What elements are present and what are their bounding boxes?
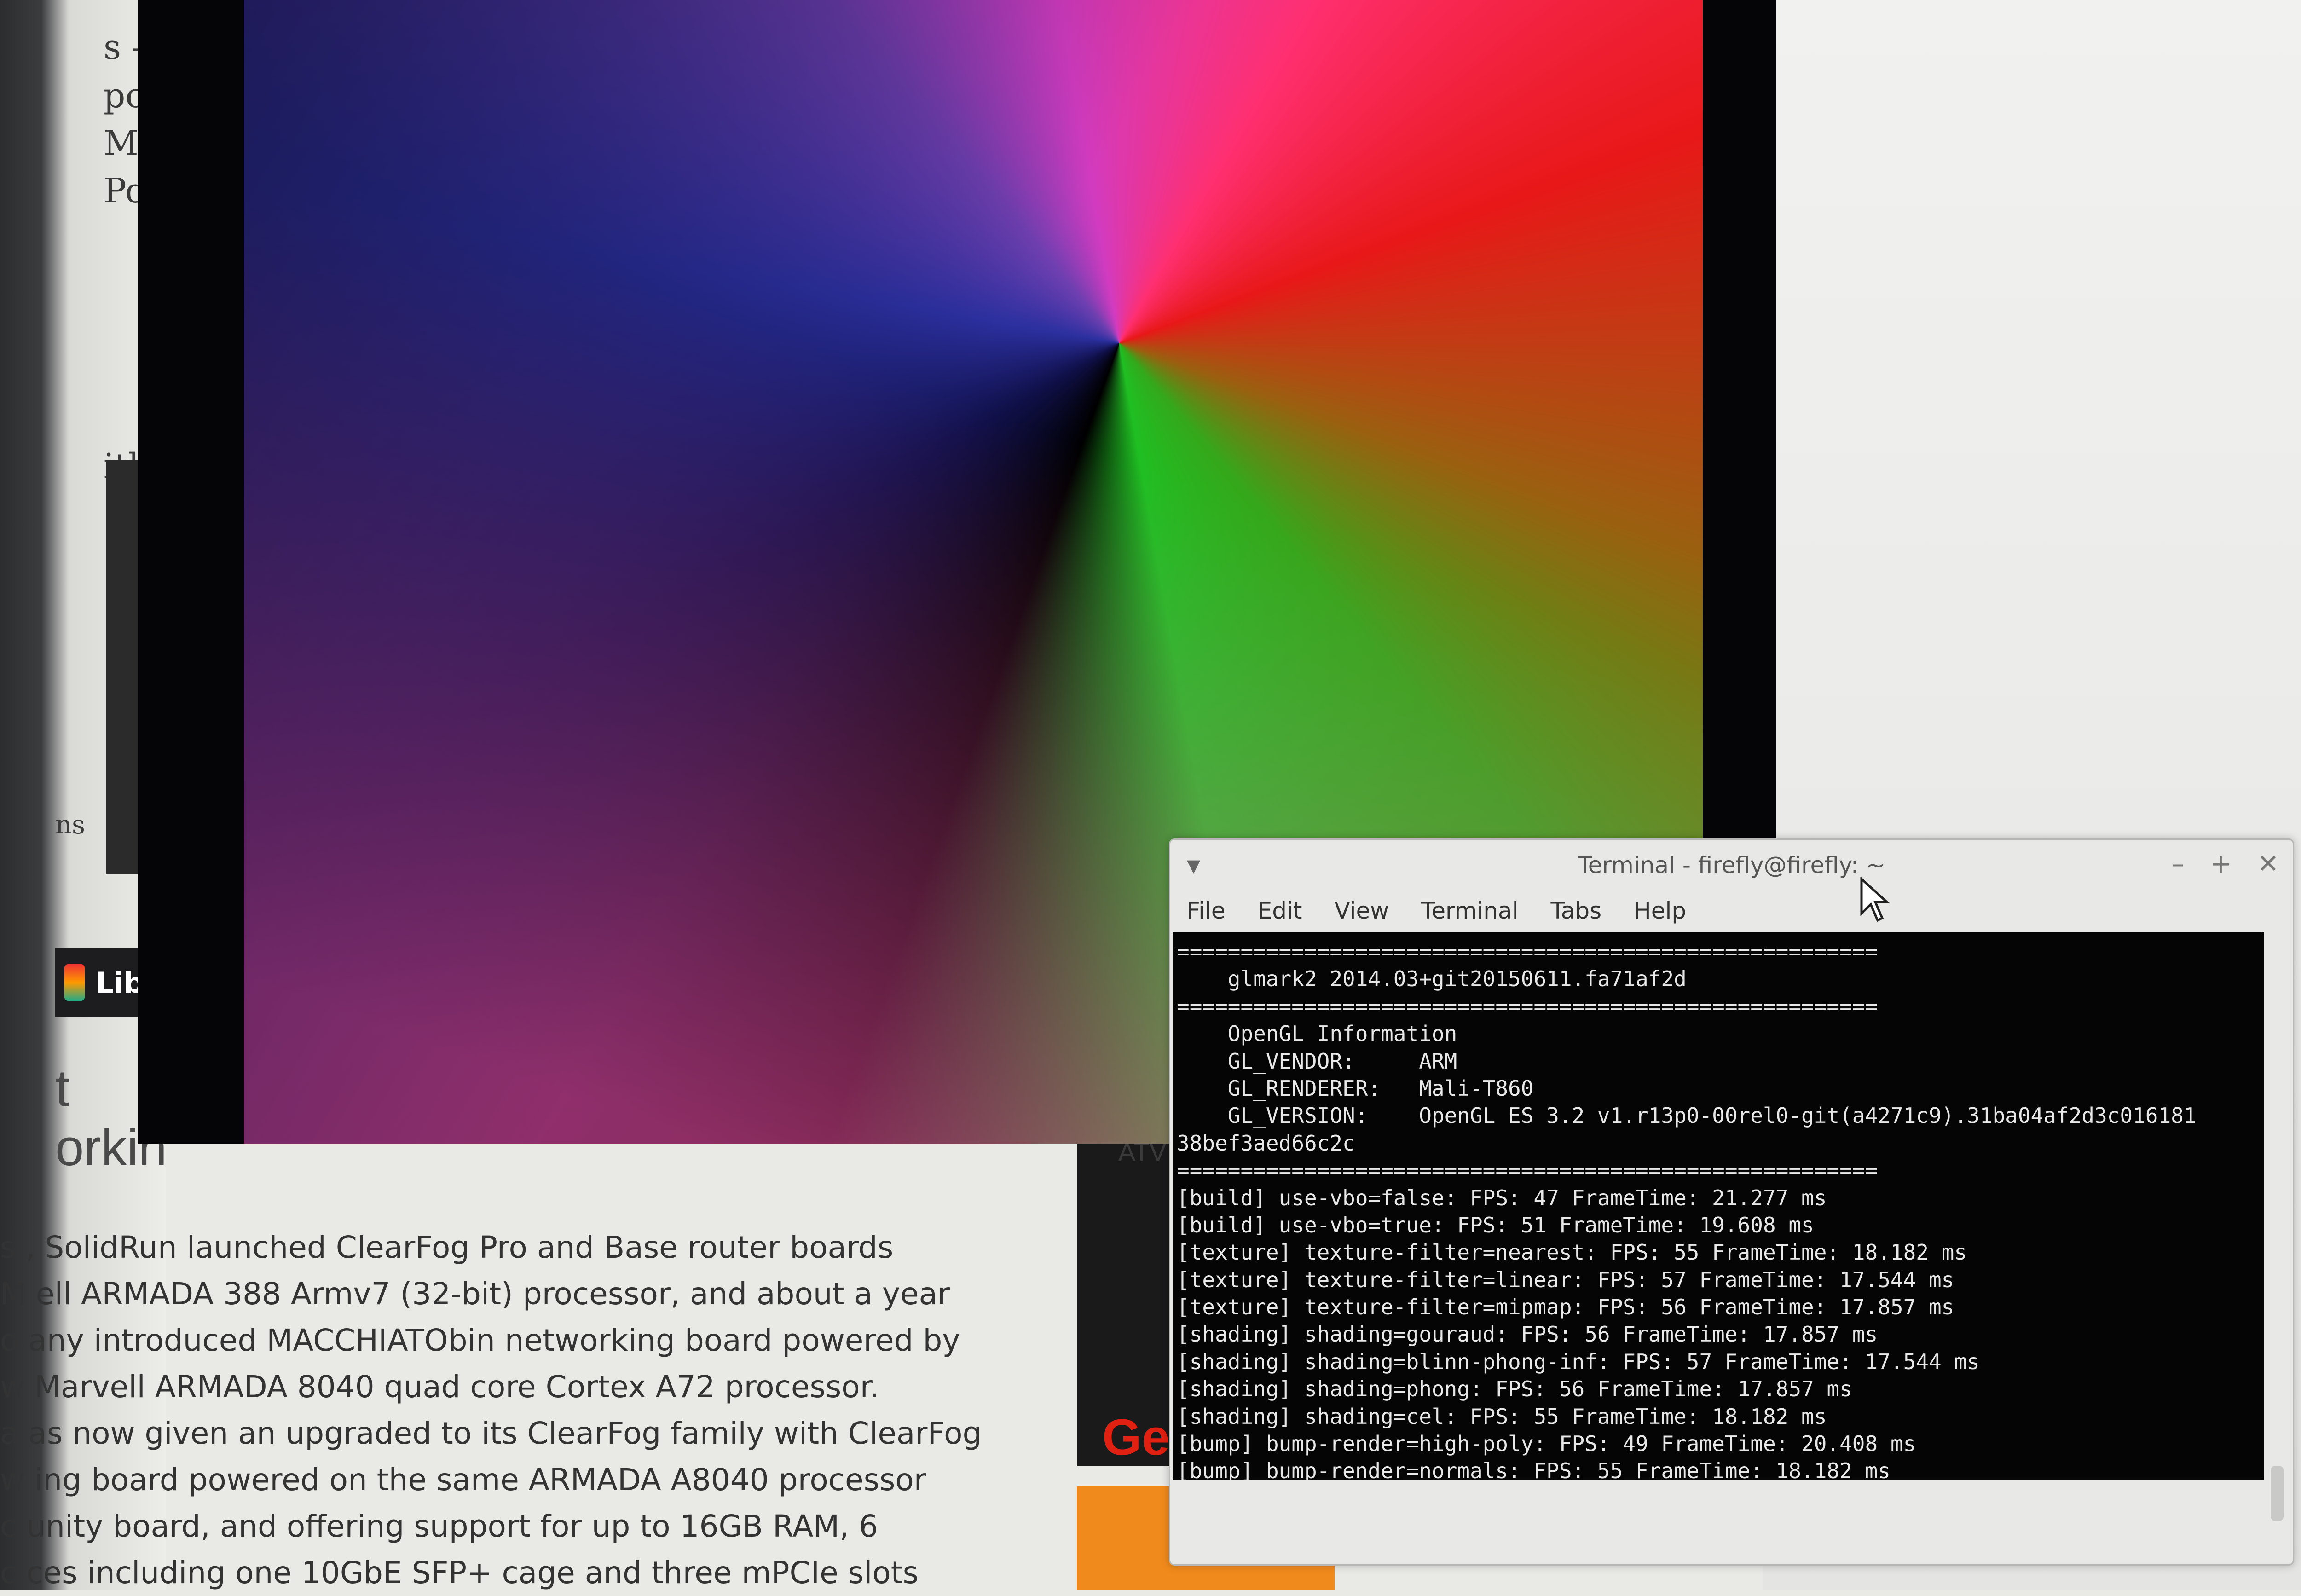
- terminal-titlebar[interactable]: ▼ Terminal - firefly@firefly: ~ – + ✕: [1170, 840, 2293, 891]
- terminal-line-text: [shading] shading=phong: FPS: 56 FrameTi…: [1177, 1376, 1852, 1402]
- article-line: M ell ARMADA 388 Armv7 (32-bit) processo…: [0, 1276, 950, 1312]
- terminal-line-text: GL_VENDOR: ARM: [1177, 1048, 1457, 1074]
- terminal-line-text: OpenGL Information: [1177, 1021, 1457, 1047]
- terminal-menubar: File Edit View Terminal Tabs Help: [1170, 891, 2293, 931]
- window-menu-icon[interactable]: ▼: [1187, 856, 1200, 876]
- terminal-line-text: glmark2 2014.03+git20150611.fa71af2d: [1177, 966, 1687, 992]
- terminal-line: [shading] shading=blinn-phong-inf: FPS: …: [1177, 1348, 2197, 1376]
- window-controls: – + ✕: [2171, 849, 2279, 879]
- terminal-window[interactable]: ▼ Terminal - firefly@firefly: ~ – + ✕ Fi…: [1169, 838, 2294, 1566]
- terminal-line: [shading] shading=cel: FPS: 55 FrameTime…: [1177, 1403, 2197, 1430]
- terminal-line-text: [shading] shading=cel: FPS: 55 FrameTime…: [1177, 1404, 1827, 1429]
- strip-fragment: ns: [55, 810, 85, 840]
- article-line: a as now given an upgraded to its ClearF…: [0, 1416, 982, 1451]
- terminal-line-text: [shading] shading=gouraud: FPS: 56 Frame…: [1177, 1322, 1878, 1347]
- terminal-line-text: GL_RENDERER: Mali-T860: [1177, 1076, 1534, 1101]
- terminal-line-text: [bump] bump-render=high-poly: FPS: 49 Fr…: [1177, 1431, 1916, 1457]
- terminal-line: [texture] texture-filter=mipmap: FPS: 56…: [1177, 1294, 2197, 1321]
- close-icon[interactable]: ✕: [2257, 849, 2279, 879]
- terminal-line: [build] use-vbo=false: FPS: 47 FrameTime…: [1177, 1185, 2197, 1212]
- terminal-line: ========================================…: [1177, 1157, 2197, 1184]
- menu-view[interactable]: View: [1335, 897, 1389, 924]
- terminal-line: [texture] texture-filter=nearest: FPS: 5…: [1177, 1239, 2197, 1266]
- article-line: w ing board powered on the same ARMADA A…: [0, 1462, 926, 1498]
- terminal-line-text: [bump] bump-render=normals: FPS: 55 Fram…: [1177, 1458, 1891, 1480]
- terminal-line: 38bef3aed66c2c: [1177, 1130, 2197, 1157]
- terminal-line-text: ========================================…: [1177, 1158, 1878, 1183]
- terminal-line-text: [build] use-vbo=false: FPS: 47 FrameTime…: [1177, 1185, 1827, 1210]
- terminal-line: ========================================…: [1177, 993, 2197, 1020]
- terminal-line-text: [texture] texture-filter=nearest: FPS: 5…: [1177, 1240, 1967, 1265]
- terminal-line: OpenGL Information: [1177, 1020, 2197, 1047]
- terminal-line: GL_VERSION: OpenGL ES 3.2 v1.r13p0-00rel…: [1177, 1102, 2197, 1129]
- logo-icon: [64, 964, 85, 1001]
- menu-tabs[interactable]: Tabs: [1550, 897, 1601, 924]
- minimize-icon[interactable]: –: [2171, 849, 2184, 879]
- terminal-line-text: [texture] texture-filter=linear: FPS: 57…: [1177, 1267, 1954, 1292]
- terminal-line: [bump] bump-render=high-poly: FPS: 49 Fr…: [1177, 1430, 2197, 1457]
- mouse-pointer-icon: [1859, 876, 1891, 925]
- terminal-line: ========================================…: [1177, 938, 2197, 966]
- terminal-title: Terminal - firefly@firefly: ~: [1578, 852, 1885, 879]
- article-line: c ces including one 10GbE SFP+ cage and …: [0, 1555, 919, 1590]
- strip-fragment: s -: [104, 28, 144, 67]
- article-line: c unity board, and offering support for …: [0, 1509, 879, 1544]
- article-line: o any introduced MACCHIATObin networking…: [0, 1323, 960, 1358]
- terminal-line-text: [build] use-vbo=true: FPS: 51 FrameTime:…: [1177, 1212, 1814, 1237]
- article-line: w Marvell ARMADA 8040 quad core Cortex A…: [0, 1369, 879, 1405]
- terminal-line-text: [texture] texture-filter=mipmap: FPS: 56…: [1177, 1295, 1954, 1320]
- terminal-line: [bump] bump-render=normals: FPS: 55 Fram…: [1177, 1457, 2197, 1480]
- menu-edit[interactable]: Edit: [1258, 897, 1302, 924]
- terminal-line-text: ========================================…: [1177, 994, 1878, 1019]
- menu-terminal[interactable]: Terminal: [1421, 897, 1518, 924]
- terminal-line: [build] use-vbo=true: FPS: 51 FrameTime:…: [1177, 1212, 2197, 1239]
- terminal-line: [shading] shading=gouraud: FPS: 56 Frame…: [1177, 1321, 2197, 1348]
- article-body: s , SolidRun launched ClearFog Pro and B…: [0, 1224, 1058, 1596]
- terminal-line: GL_RENDERER: Mali-T860: [1177, 1075, 2197, 1102]
- terminal-output[interactable]: ========================================…: [1173, 932, 2264, 1480]
- maximize-icon[interactable]: +: [2210, 849, 2232, 879]
- terminal-line: GL_VENDOR: ARM: [1177, 1048, 2197, 1075]
- terminal-line-text: 38bef3aed66c2c: [1177, 1130, 1355, 1156]
- terminal-line-text: GL_VERSION: OpenGL ES 3.2 v1.r13p0-00rel…: [1177, 1103, 2197, 1128]
- terminal-line: [texture] texture-filter=linear: FPS: 57…: [1177, 1266, 2197, 1294]
- terminal-lines: ========================================…: [1177, 938, 2197, 1480]
- terminal-line: [shading] shading=phong: FPS: 56 FrameTi…: [1177, 1376, 2197, 1403]
- ad-brand-text: Ge: [1102, 1409, 1170, 1466]
- article-line: s , SolidRun launched ClearFog Pro and B…: [0, 1230, 894, 1265]
- terminal-line: glmark2 2014.03+git20150611.fa71af2d: [1177, 966, 2197, 993]
- terminal-scrollbar[interactable]: [2271, 1466, 2284, 1521]
- menu-help[interactable]: Help: [1634, 897, 1686, 924]
- terminal-line-text: [shading] shading=blinn-phong-inf: FPS: …: [1177, 1349, 1980, 1374]
- menu-file[interactable]: File: [1187, 897, 1226, 924]
- terminal-line-text: ========================================…: [1177, 939, 1878, 964]
